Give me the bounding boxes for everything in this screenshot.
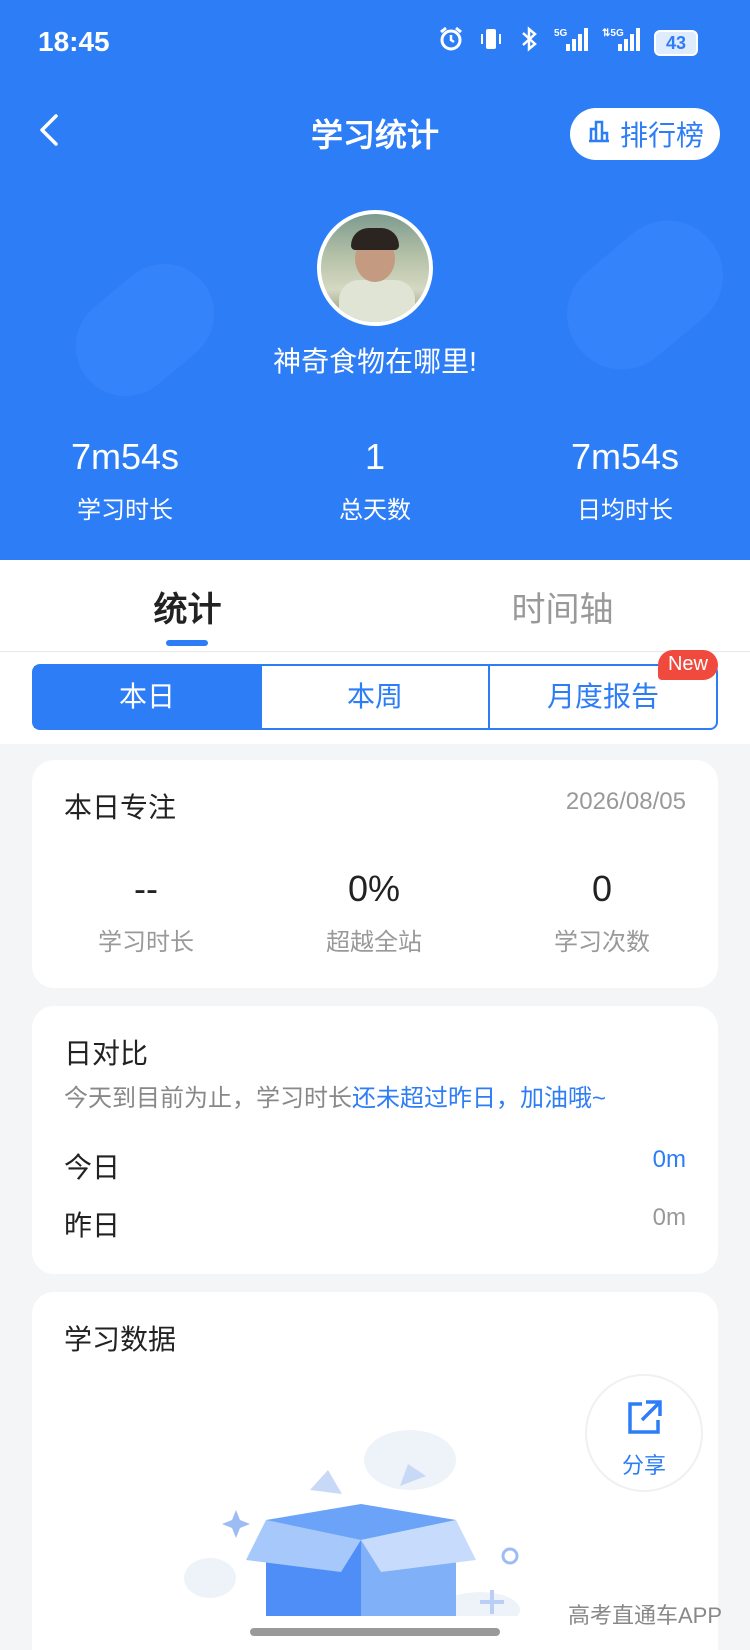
- navigation-bar: 学习统计 排行榜: [0, 96, 750, 166]
- stat-label: 日均时长: [577, 497, 673, 524]
- status-bar: 18:45 5G ⇅5G 43: [0, 0, 750, 86]
- period-selector: 本日 本周 月度报告 New: [32, 650, 718, 730]
- status-time: 18:45: [38, 26, 110, 57]
- daily-comparison-card: 日对比 今天到目前为止，学习时长还未超过昨日，加油哦~ 今日 0m 昨日 0m: [32, 1006, 718, 1274]
- metric-label: 学习时长: [98, 929, 194, 956]
- row-value: 0m: [652, 1146, 686, 1173]
- card-title: 学习数据: [64, 1324, 177, 1355]
- share-icon: [624, 1398, 664, 1443]
- stat-label: 总天数: [339, 497, 411, 524]
- stat-value: 7m54s: [70, 436, 180, 477]
- main-tabs: 统计 时间轴: [0, 560, 750, 652]
- avatar[interactable]: [317, 210, 433, 326]
- signal-5g-icon: 5G: [554, 26, 588, 59]
- stat-value: 7m54s: [570, 436, 680, 477]
- vibrate-icon: [478, 26, 504, 59]
- segment-monthly-label: 月度报告: [546, 681, 659, 712]
- stat-label: 学习时长: [77, 497, 173, 524]
- daily-focus-card: 本日专注 2026/08/05 -- 学习时长 0% 超越全站 0 学习次数: [32, 760, 718, 988]
- header-banner: 18:45 5G ⇅5G 43 学习统计 排行榜 神奇食物在哪里! 7m54s …: [0, 0, 750, 560]
- row-value: 0m: [652, 1204, 686, 1231]
- signal-5g-icon: ⇅5G: [602, 26, 640, 59]
- focus-metric: -- 学习时长: [32, 868, 260, 957]
- focus-metric: 0 学习次数: [488, 868, 716, 957]
- username: 神奇食物在哪里!: [273, 346, 477, 377]
- focus-metric: 0% 超越全站: [260, 868, 488, 957]
- row-label: 昨日: [64, 1210, 121, 1241]
- svg-text:⇅5G: ⇅5G: [602, 28, 624, 39]
- tab-statistics[interactable]: 统计: [0, 582, 375, 631]
- bar-chart-icon: [586, 118, 612, 151]
- new-badge: New: [657, 650, 718, 680]
- subtitle-highlight: 还未超过昨日，加油哦~: [352, 1085, 607, 1112]
- summary-stat: 7m54s 学习时长: [0, 436, 250, 525]
- home-indicator[interactable]: [250, 1628, 500, 1636]
- leaderboard-label: 排行榜: [619, 120, 704, 151]
- comparison-subtitle: 今天到目前为止，学习时长还未超过昨日，加油哦~: [64, 1078, 606, 1113]
- bluetooth-icon: [518, 26, 540, 59]
- leaderboard-button[interactable]: 排行榜: [570, 108, 720, 160]
- empty-box-illustration: [180, 1420, 540, 1628]
- stat-value: 1: [364, 436, 386, 477]
- summary-stat: 1 总天数: [250, 436, 500, 525]
- avatar-shirt: [339, 280, 415, 322]
- tab-indicator: [166, 640, 208, 646]
- period-selector-container: 本日 本周 月度报告 New: [0, 650, 750, 744]
- share-label: 分享: [621, 1453, 666, 1478]
- app-watermark: 高考直通车APP: [567, 1603, 722, 1628]
- subtitle-text: 今天到目前为止，学习时长: [64, 1085, 352, 1112]
- status-icons: 5G ⇅5G 43: [438, 26, 698, 59]
- card-title: 本日专注: [64, 792, 177, 823]
- svg-text:5G: 5G: [554, 28, 568, 39]
- metric-value: 0: [591, 868, 613, 909]
- tab-timeline[interactable]: 时间轴: [375, 582, 750, 631]
- metric-label: 超越全站: [326, 929, 422, 956]
- summary-stats: 7m54s 学习时长 1 总天数 7m54s 日均时长: [0, 436, 750, 525]
- focus-metrics: -- 学习时长 0% 超越全站 0 学习次数: [32, 868, 718, 957]
- comparison-row-today: 今日 0m: [64, 1146, 686, 1186]
- metric-value: --: [134, 868, 158, 909]
- card-title: 日对比: [64, 1038, 149, 1069]
- segment-today[interactable]: 本日: [34, 666, 262, 728]
- focus-date: 2026/08/05: [565, 788, 686, 815]
- comparison-row-yesterday: 昨日 0m: [64, 1204, 686, 1244]
- metric-label: 学习次数: [554, 929, 650, 956]
- segment-week[interactable]: 本周: [262, 666, 490, 728]
- share-button[interactable]: 分享: [585, 1374, 703, 1492]
- segment-monthly-report[interactable]: 月度报告 New: [490, 650, 718, 728]
- decorative-shape: [55, 243, 235, 417]
- alarm-icon: [438, 26, 464, 59]
- avatar-hair: [351, 228, 399, 250]
- battery-icon: 43: [654, 29, 698, 56]
- summary-stat: 7m54s 日均时长: [500, 436, 750, 525]
- row-label: 今日: [64, 1152, 121, 1183]
- metric-value: 0%: [347, 868, 401, 909]
